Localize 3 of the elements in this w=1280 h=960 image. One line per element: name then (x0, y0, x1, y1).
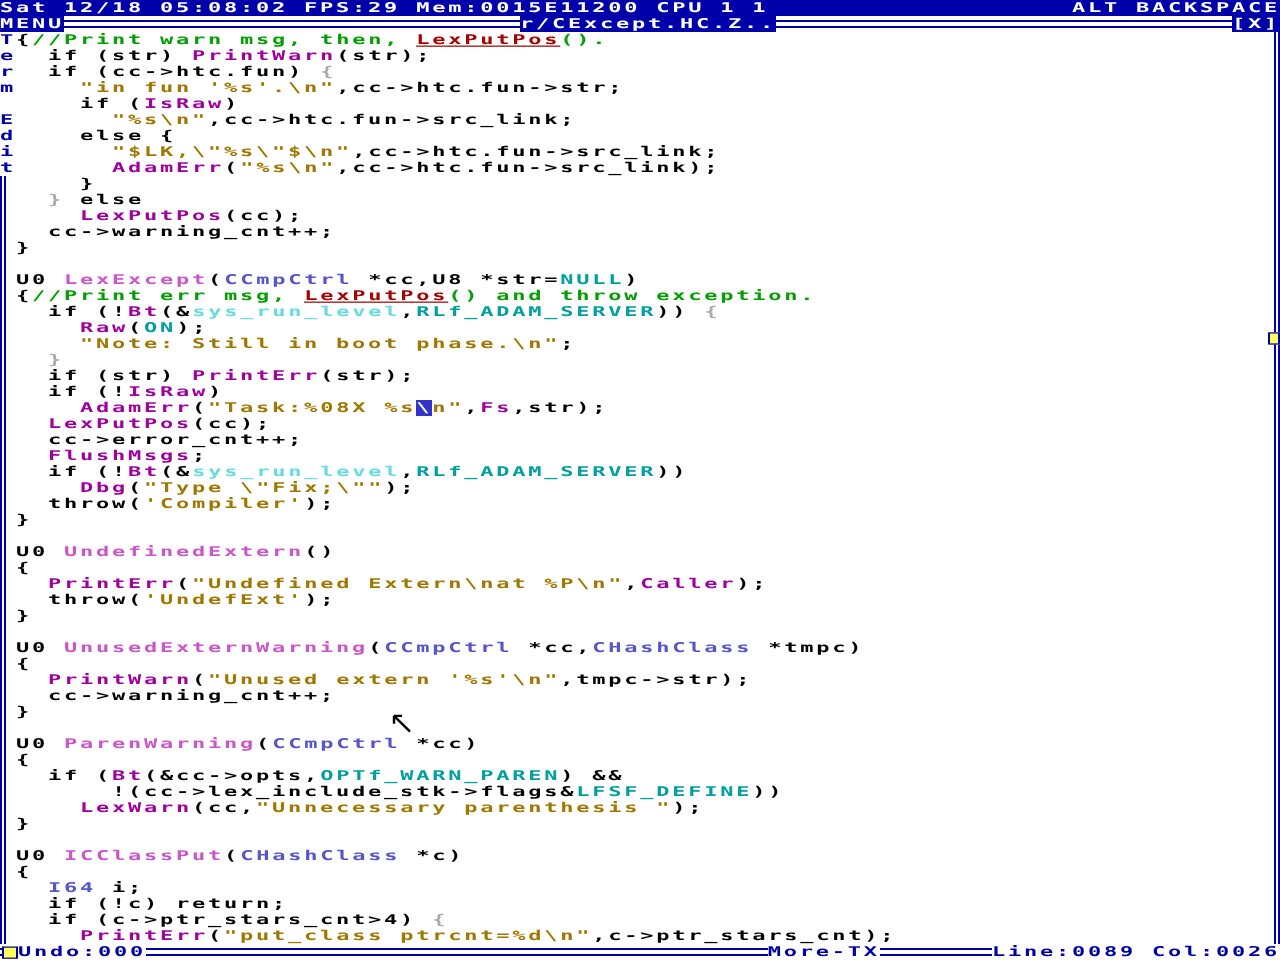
mouse-pointer-icon (392, 713, 412, 734)
resize-handle[interactable] (2, 945, 18, 959)
scroll-thumb[interactable] (1268, 332, 1280, 345)
